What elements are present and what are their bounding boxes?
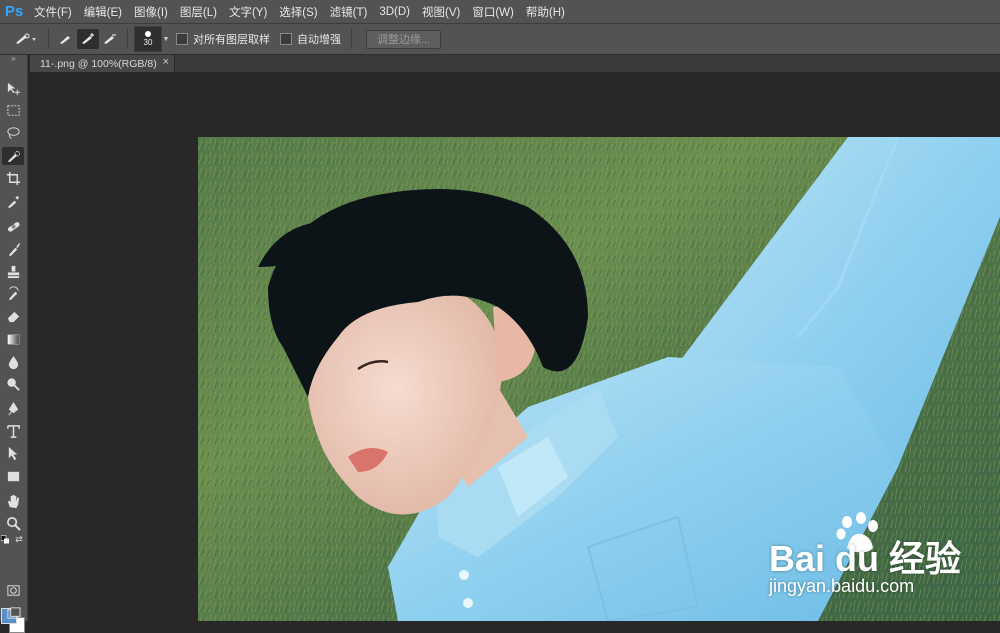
tools-panel: » ⇄ bbox=[0, 55, 28, 633]
blur-tool[interactable] bbox=[2, 353, 24, 371]
document-tab[interactable]: 11-.png @ 100%(RGB/8) × bbox=[30, 55, 175, 72]
auto-enhance-checkbox[interactable]: 自动增强 bbox=[280, 31, 341, 47]
default-colors-glyph bbox=[1, 534, 9, 543]
move-icon bbox=[7, 82, 20, 95]
menu-type[interactable]: 文字(Y) bbox=[223, 4, 273, 20]
rectangle-icon bbox=[7, 471, 19, 481]
subtract-from-selection-button[interactable] bbox=[99, 29, 121, 49]
default-colors-icon[interactable] bbox=[1, 534, 11, 545]
tool-preset-picker[interactable] bbox=[8, 29, 42, 49]
watermark-url: jingyan.baidu.com bbox=[769, 576, 915, 596]
marquee-icon bbox=[6, 104, 20, 116]
checkbox-box[interactable] bbox=[280, 33, 292, 45]
baidu-jingyan-watermark: Bai du 经验 jingyan.baidu.com bbox=[765, 512, 995, 612]
menu-edit[interactable]: 编辑(E) bbox=[78, 4, 128, 20]
eraser-icon bbox=[7, 311, 19, 322]
brush-icon bbox=[8, 242, 20, 256]
quick-selection-icon bbox=[7, 150, 20, 162]
gradient-tool[interactable] bbox=[2, 330, 24, 348]
pen-tool[interactable] bbox=[2, 399, 24, 417]
menu-select[interactable]: 选择(S) bbox=[273, 4, 323, 20]
marquee-tool[interactable] bbox=[2, 101, 24, 119]
crop-icon bbox=[6, 171, 20, 185]
menu-bar: Ps 文件(F) 编辑(E) 图像(I) 图层(L) 文字(Y) 选择(S) 滤… bbox=[0, 0, 1000, 24]
crop-tool[interactable] bbox=[2, 169, 24, 187]
separator bbox=[127, 29, 128, 49]
dodge-icon bbox=[6, 377, 20, 391]
hand-icon bbox=[7, 494, 19, 508]
swap-colors-icon[interactable]: ⇄ bbox=[14, 534, 24, 544]
move-tool[interactable] bbox=[2, 79, 24, 97]
menu-window[interactable]: 窗口(W) bbox=[466, 4, 520, 20]
separator bbox=[48, 29, 49, 49]
watermark-logo-text: Bai du 经验 bbox=[769, 538, 962, 579]
eyedropper-icon bbox=[7, 195, 19, 208]
checkbox-box[interactable] bbox=[176, 33, 188, 45]
separator bbox=[351, 29, 352, 49]
sample-all-layers-label: 对所有图层取样 bbox=[193, 34, 270, 46]
menu-3d[interactable]: 3D(D) bbox=[373, 6, 416, 18]
menu-filter[interactable]: 滤镜(T) bbox=[324, 4, 374, 20]
zoom-icon bbox=[6, 516, 21, 531]
brush-size-picker[interactable]: 30 bbox=[134, 26, 162, 52]
eraser-tool[interactable] bbox=[2, 307, 24, 325]
menu-image[interactable]: 图像(I) bbox=[128, 4, 174, 20]
history-brush-tool[interactable] bbox=[2, 284, 24, 302]
healing-brush-tool[interactable] bbox=[2, 217, 24, 235]
drop-icon bbox=[8, 355, 18, 369]
pen-icon bbox=[7, 401, 18, 415]
new-selection-button[interactable] bbox=[55, 29, 77, 49]
clone-stamp-tool[interactable] bbox=[2, 262, 24, 280]
brush-tip-icon bbox=[145, 31, 151, 37]
type-icon bbox=[6, 424, 20, 438]
brush-tool[interactable] bbox=[2, 240, 24, 258]
menu-layer[interactable]: 图层(L) bbox=[174, 4, 223, 20]
bandage-icon bbox=[7, 221, 20, 232]
hand-tool[interactable] bbox=[2, 492, 24, 510]
add-to-selection-button[interactable] bbox=[77, 29, 99, 49]
quick-mask-button[interactable] bbox=[2, 581, 24, 599]
stamp-icon bbox=[7, 265, 19, 278]
lasso-icon bbox=[6, 126, 20, 139]
menu-view[interactable]: 视图(V) bbox=[416, 4, 466, 20]
type-tool[interactable] bbox=[2, 422, 24, 440]
document-tab-title: 11-.png @ 100%(RGB/8) bbox=[40, 57, 157, 70]
document-tab-bar: 11-.png @ 100%(RGB/8) × bbox=[30, 55, 1000, 72]
brush-new-icon bbox=[60, 36, 70, 44]
brush-add-icon bbox=[82, 33, 94, 44]
gradient-icon bbox=[7, 334, 19, 344]
brush-subtract-icon bbox=[104, 34, 116, 44]
chevron-down-icon[interactable]: ▼ bbox=[162, 29, 170, 49]
close-icon[interactable]: × bbox=[163, 56, 169, 68]
refine-edge-button[interactable]: 调整边缘... bbox=[366, 29, 442, 49]
path-selection-tool[interactable] bbox=[2, 444, 24, 462]
photoshop-logo: Ps bbox=[4, 3, 24, 20]
auto-enhance-label: 自动增强 bbox=[297, 34, 341, 46]
menu-help[interactable]: 帮助(H) bbox=[520, 4, 571, 20]
path-select-icon bbox=[8, 446, 17, 460]
eyedropper-tool[interactable] bbox=[2, 192, 24, 210]
quick-mask-icon bbox=[6, 584, 20, 596]
screen-mode-button[interactable] bbox=[2, 604, 24, 622]
quick-selection-tool[interactable] bbox=[2, 147, 24, 165]
options-bar: 30 ▼ 对所有图层取样 自动增强 调整边缘... bbox=[0, 24, 1000, 55]
history-brush-icon bbox=[8, 285, 19, 300]
rectangle-tool[interactable] bbox=[2, 467, 24, 485]
panel-collapse-icon[interactable]: » bbox=[0, 55, 27, 63]
screen-mode-icon bbox=[6, 606, 21, 619]
menu-file[interactable]: 文件(F) bbox=[28, 4, 78, 20]
lasso-tool[interactable] bbox=[2, 123, 24, 141]
quick-selection-icon bbox=[16, 33, 36, 44]
zoom-tool[interactable] bbox=[2, 514, 24, 532]
brush-size-value: 30 bbox=[143, 38, 153, 47]
sample-all-layers-checkbox[interactable]: 对所有图层取样 bbox=[176, 31, 270, 47]
dodge-tool[interactable] bbox=[2, 375, 24, 393]
